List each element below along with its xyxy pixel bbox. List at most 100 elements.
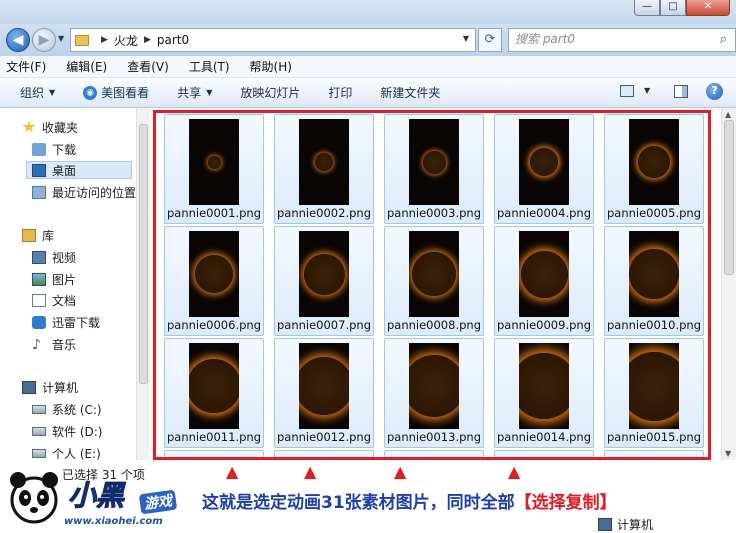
file-item[interactable]: pannie0004.png: [494, 114, 594, 224]
image-thumbnail: [189, 119, 239, 205]
annotation-arrow-icon: ▲: [226, 462, 239, 481]
help-icon[interactable]: ?: [706, 83, 723, 100]
status-location: 计算机: [598, 516, 653, 533]
file-name: pannie0009.png: [496, 318, 591, 332]
nav-computer[interactable]: 计算机: [22, 378, 78, 396]
scrollbar-thumb[interactable]: [139, 124, 148, 384]
share-label: 共享: [177, 86, 202, 100]
nav-pictures[interactable]: 图片: [32, 270, 76, 288]
nav-recent-label: 最近访问的位置: [52, 185, 137, 200]
menu-tools[interactable]: 工具(T): [189, 58, 230, 75]
file-name: pannie0001.png: [166, 206, 261, 220]
nav-music[interactable]: 音乐: [32, 335, 76, 353]
file-item[interactable]: [274, 450, 374, 460]
menu-view[interactable]: 查看(V): [127, 58, 169, 75]
breadcrumb-huolong[interactable]: 火龙: [114, 32, 138, 49]
navigation-scrollbar[interactable]: [136, 108, 150, 460]
file-name: pannie0008.png: [386, 318, 481, 332]
scroll-down-icon[interactable]: ▼: [725, 449, 731, 458]
nav-drive-c[interactable]: 系统 (C:): [32, 400, 102, 418]
meitu-label: 美图看看: [101, 86, 150, 100]
file-name: pannie0013.png: [386, 430, 481, 444]
file-item[interactable]: [604, 450, 704, 460]
menu-edit[interactable]: 编辑(E): [66, 58, 107, 75]
fire-ring-image: [409, 355, 459, 417]
file-item[interactable]: pannie0008.png: [384, 226, 484, 336]
scroll-up-icon[interactable]: ▲: [725, 110, 731, 119]
file-item[interactable]: pannie0010.png: [604, 226, 704, 336]
annotation-arrow-icon: ▲: [394, 462, 407, 481]
share-button[interactable]: 共享 ▼: [177, 84, 212, 101]
fire-ring-image: [195, 255, 233, 293]
organize-label: 组织: [20, 86, 45, 100]
breadcrumb-part0[interactable]: part0: [157, 33, 189, 47]
caption-main: 这就是选定动画31张素材图片，同时全部: [202, 493, 515, 513]
search-box[interactable]: ⌕: [508, 28, 736, 52]
nav-libraries-label: 库: [42, 228, 55, 243]
chevron-down-icon[interactable]: ▼: [644, 86, 650, 95]
address-bar[interactable]: ▶ 火龙 ▶ part0 ▼: [70, 28, 476, 52]
maximize-button[interactable]: □: [660, 0, 686, 16]
file-item[interactable]: pannie0013.png: [384, 338, 484, 448]
nav-thunder-downloads[interactable]: 迅雷下载: [32, 313, 100, 331]
nav-desktop[interactable]: 桌面: [26, 161, 132, 179]
file-item[interactable]: pannie0014.png: [494, 338, 594, 448]
nav-drive-e-label: 个人 (E:): [52, 446, 101, 461]
file-item[interactable]: pannie0006.png: [164, 226, 264, 336]
file-item[interactable]: pannie0001.png: [164, 114, 264, 224]
chevron-down-icon[interactable]: ▼: [463, 34, 469, 43]
nav-recent-places[interactable]: 最近访问的位置: [32, 183, 136, 201]
file-item[interactable]: pannie0015.png: [604, 338, 704, 448]
image-thumbnail: [629, 343, 679, 429]
file-item[interactable]: [384, 450, 484, 460]
scrollbar-thumb[interactable]: [724, 120, 734, 275]
fire-ring-image: [638, 146, 670, 178]
refresh-button[interactable]: ⟳: [478, 28, 502, 52]
close-button[interactable]: ✕: [686, 0, 730, 16]
nav-downloads[interactable]: 下载: [32, 140, 76, 158]
file-item[interactable]: pannie0002.png: [274, 114, 374, 224]
back-button[interactable]: ◀: [6, 28, 30, 52]
image-thumbnail: [519, 343, 569, 429]
nav-videos[interactable]: 视频: [32, 248, 76, 266]
chevron-right-icon[interactable]: ▶: [101, 35, 108, 45]
file-name: pannie0015.png: [606, 430, 701, 444]
slideshow-button[interactable]: 放映幻灯片: [240, 84, 300, 101]
nav-libraries[interactable]: 库: [22, 226, 54, 244]
print-button[interactable]: 打印: [328, 84, 352, 101]
file-item[interactable]: pannie0011.png: [164, 338, 264, 448]
library-icon: [22, 228, 36, 242]
file-list-scrollbar[interactable]: ▲ ▼: [721, 108, 736, 460]
nav-drive-d[interactable]: 软件 (D:): [32, 422, 102, 440]
annotation-arrow-icon: ▲: [508, 462, 521, 481]
image-thumbnail: [629, 119, 679, 205]
picture-library-icon: [32, 272, 46, 286]
search-input[interactable]: [515, 32, 705, 46]
file-item[interactable]: pannie0009.png: [494, 226, 594, 336]
file-item[interactable]: pannie0007.png: [274, 226, 374, 336]
preview-pane-icon[interactable]: [674, 85, 688, 98]
file-item[interactable]: [164, 450, 264, 460]
meitu-button[interactable]: ◉ 美图看看: [83, 84, 149, 101]
search-icon[interactable]: ⌕: [720, 32, 727, 47]
image-thumbnail: [409, 231, 459, 317]
new-folder-button[interactable]: 新建文件夹: [380, 84, 440, 101]
fire-ring-image: [299, 357, 349, 415]
chevron-right-icon[interactable]: ▶: [144, 35, 151, 45]
nav-documents[interactable]: 文档: [32, 291, 76, 309]
file-item[interactable]: pannie0005.png: [604, 114, 704, 224]
file-item[interactable]: pannie0012.png: [274, 338, 374, 448]
meitu-app-icon: ◉: [83, 85, 98, 100]
file-item[interactable]: pannie0003.png: [384, 114, 484, 224]
system-drive-icon: [32, 404, 46, 414]
nav-favorites[interactable]: 收藏夹: [22, 118, 78, 136]
minimize-button[interactable]: —: [634, 0, 660, 16]
forward-button[interactable]: ▶: [32, 28, 56, 52]
organize-button[interactable]: 组织 ▼: [20, 84, 55, 101]
menu-file[interactable]: 文件(F): [6, 58, 46, 75]
file-item[interactable]: [494, 450, 594, 460]
change-view-icon[interactable]: [620, 85, 634, 97]
recent-pages-dropdown[interactable]: ▼: [58, 34, 64, 43]
fire-ring-image: [412, 252, 456, 296]
menu-help[interactable]: 帮助(H): [250, 58, 292, 75]
